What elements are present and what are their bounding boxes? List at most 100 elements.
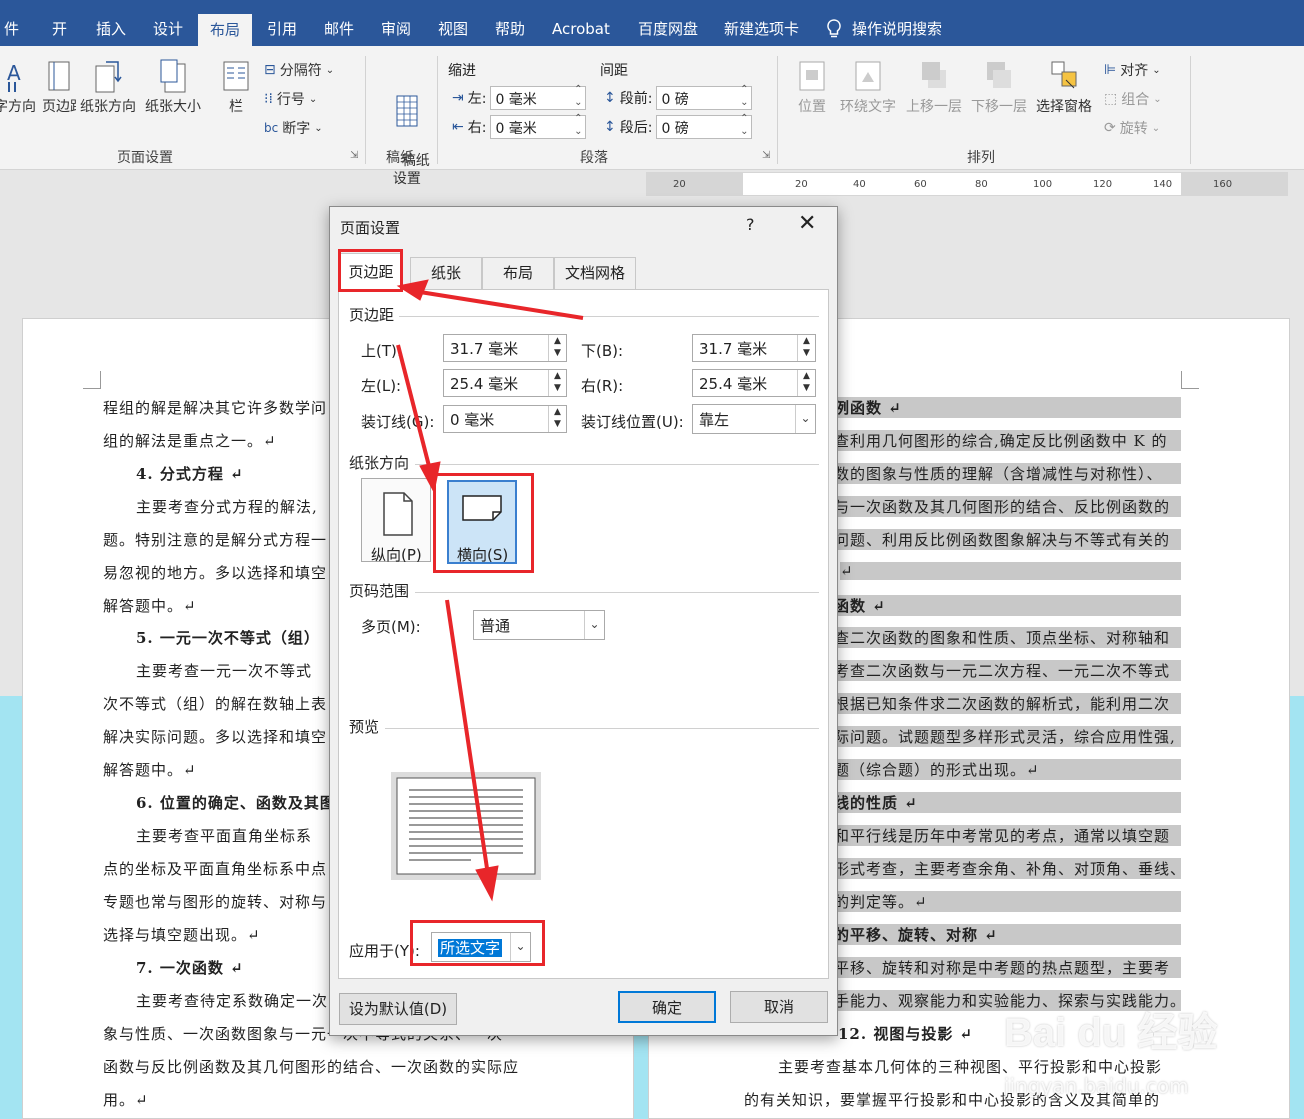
gutter-value: 0 毫米 <box>450 411 495 429</box>
margins-icon <box>43 58 75 94</box>
tab-file[interactable]: 件 <box>0 12 31 46</box>
orientation-label: 纸张方向 <box>80 99 136 115</box>
hyphenation-button[interactable]: bc 断字 ⌄ <box>264 118 323 138</box>
tab-insert[interactable]: 插入 <box>84 12 138 46</box>
spinner-icon[interactable]: ▲ ▼ <box>548 335 566 361</box>
ruler-tick: 40 <box>853 179 866 190</box>
wrap-text-button[interactable]: 环绕文字 <box>840 58 896 116</box>
selection-pane-button[interactable]: 选择窗格 <box>1036 58 1092 116</box>
spinner-icon[interactable]: ▲ ▼ <box>797 335 815 361</box>
pages-section-title: 页码范围 <box>349 582 410 600</box>
selection-pane-label: 选择窗格 <box>1036 99 1092 115</box>
columns-button[interactable]: 栏 <box>220 58 252 116</box>
spacing-after-input[interactable]: 0 磅 <box>656 112 753 139</box>
tab-paper[interactable]: 纸张 <box>410 257 482 289</box>
chevron-down-icon: ⌄ <box>1153 93 1162 105</box>
document-line: 的判定等。↵ <box>834 891 1181 912</box>
document-line: 解答题中。↵ <box>103 597 197 615</box>
size-button[interactable]: 纸张大小 <box>145 58 201 116</box>
gutter-position-select[interactable]: 靠左 ⌄ <box>692 404 816 434</box>
align-button[interactable]: ⊫ 对齐 ⌄ <box>1104 60 1161 80</box>
indent-left-row: ⇥ 左: 0 毫米 <box>452 83 587 110</box>
left-margin-input[interactable]: 25.4 毫米 ▲ ▼ <box>443 369 567 397</box>
position-button[interactable]: 位置 <box>796 58 828 116</box>
page-setup-dialog: 页面设置 ? ✕ 页边距 纸张 布局 文档网格 页边距 上(T): 31.7 毫… <box>329 206 838 1036</box>
top-margin-input[interactable]: 31.7 毫米 ▲ ▼ <box>443 334 567 362</box>
cancel-button[interactable]: 取消 <box>730 991 828 1023</box>
send-backward-icon <box>983 58 1015 94</box>
right-margin-input[interactable]: 25.4 毫米 ▲ ▼ <box>692 369 816 397</box>
close-icon[interactable]: ✕ <box>798 211 816 236</box>
margins-section-title: 页边距 <box>349 306 395 324</box>
position-icon <box>796 58 828 94</box>
tab-help[interactable]: 帮助 <box>483 12 537 46</box>
dialog-title: 页面设置 <box>340 219 401 237</box>
ruler-tick: 60 <box>914 179 927 190</box>
tab-mailings[interactable]: 邮件 <box>312 12 366 46</box>
group-button[interactable]: ⬚ 组合 ⌄ <box>1104 89 1162 109</box>
spacing-before-input[interactable]: 0 磅 <box>656 83 753 110</box>
portrait-label[interactable]: 纵向(P) <box>371 544 422 565</box>
tab-new-tab[interactable]: 新建选项卡 <box>712 12 811 46</box>
preview-page-icon <box>396 777 536 875</box>
help-icon[interactable]: ? <box>746 215 755 234</box>
document-line: 主要考查待定系数确定一次 <box>136 992 329 1010</box>
document-line: 12. 视图与投影 ↵ <box>838 1025 974 1043</box>
document-line: 选择与填空题出现。↵ <box>103 926 261 944</box>
spinner-icon[interactable]: ▲ ▼ <box>548 370 566 396</box>
set-default-button[interactable]: 设为默认值(D) <box>339 993 457 1025</box>
paragraph-launcher-icon[interactable]: ⇲ <box>762 150 770 161</box>
tab-design[interactable]: 设计 <box>141 12 195 46</box>
horizontal-ruler[interactable]: 20 20 40 60 80 100 120 140 160 <box>646 172 1288 196</box>
line-numbers-button[interactable]: ⁝⁞ 行号 ⌄ <box>264 89 317 109</box>
bottom-margin-input[interactable]: 31.7 毫米 ▲ ▼ <box>692 334 816 362</box>
crop-mark <box>1181 371 1199 389</box>
tell-me-search[interactable]: 操作说明搜索 <box>826 18 942 39</box>
rotate-button[interactable]: ⟳ 旋转 ⌄ <box>1104 118 1160 138</box>
dialog-tab-panel: 页边距 上(T): 31.7 毫米 ▲ ▼ 下(B): 31.7 毫米 ▲ ▼ 左(L)… <box>338 289 829 979</box>
indent-left-input[interactable]: 0 毫米 <box>490 83 587 110</box>
text-direction-button[interactable]: A 字方向 <box>0 58 36 116</box>
tab-layout[interactable]: 布局 <box>198 14 253 48</box>
send-backward-button[interactable]: 下移一层 <box>971 58 1027 116</box>
ok-button[interactable]: 确定 <box>618 991 716 1023</box>
multiple-pages-select[interactable]: 普通 ⌄ <box>473 610 605 640</box>
breaks-button[interactable]: ⊟ 分隔符 ⌄ <box>264 60 334 80</box>
rotate-icon: ⟳ <box>1104 120 1116 136</box>
orientation-button[interactable]: 纸张方向 <box>80 58 136 116</box>
tab-document-grid[interactable]: 文档网格 <box>554 257 636 289</box>
ruler-tick: 160 <box>1213 179 1233 190</box>
ruler-tick: 100 <box>1033 179 1053 190</box>
bring-forward-button[interactable]: 上移一层 <box>906 58 962 116</box>
tab-baidu-netdisk[interactable]: 百度网盘 <box>626 12 710 46</box>
group-separator <box>365 56 366 164</box>
document-line: 组的解法是重点之一。↵ <box>103 432 277 450</box>
spacing-before-icon: ↕ <box>604 90 616 106</box>
page-setup-launcher-icon[interactable]: ⇲ <box>350 150 358 161</box>
chevron-down-icon[interactable]: ⌄ <box>584 611 604 639</box>
group-separator <box>437 56 438 164</box>
document-line: 程组的解是解决其它许多数学问 <box>103 399 328 417</box>
tab-view[interactable]: 视图 <box>426 12 480 46</box>
document-line: 6. 位置的确定、函数及其图 <box>136 794 336 812</box>
spinner-icon[interactable]: ▲ ▼ <box>797 370 815 396</box>
top-margin-label: 上(T): <box>361 342 402 360</box>
tab-layout[interactable]: 布局 <box>482 257 554 289</box>
top-margin-value: 31.7 毫米 <box>450 340 519 358</box>
manuscript-button[interactable]: 稿纸 设置 <box>384 58 430 206</box>
tab-references[interactable]: 引用 <box>255 12 309 46</box>
line-numbers-label: 行号 <box>276 92 305 108</box>
tab-acrobat[interactable]: Acrobat <box>540 12 622 46</box>
indent-left-label: 左: <box>467 91 487 107</box>
indent-right-input[interactable]: 0 毫米 <box>490 112 587 139</box>
margins-button[interactable]: 页边距 <box>42 58 76 116</box>
spinner-icon[interactable]: ▲ ▼ <box>548 406 566 432</box>
tab-start[interactable]: 开 <box>40 12 79 46</box>
section-divider <box>399 316 819 317</box>
ribbon-tab-bar: 件 开 插入 设计 布局 引用 邮件 审阅 视图 帮助 Acrobat 百度网盘… <box>0 0 1304 48</box>
tab-review[interactable]: 审阅 <box>369 12 423 46</box>
chevron-down-icon: ⌄ <box>325 64 335 76</box>
chevron-down-icon[interactable]: ⌄ <box>795 405 815 433</box>
gutter-input[interactable]: 0 毫米 ▲ ▼ <box>443 405 567 433</box>
chevron-down-icon: ⌄ <box>1152 64 1161 76</box>
